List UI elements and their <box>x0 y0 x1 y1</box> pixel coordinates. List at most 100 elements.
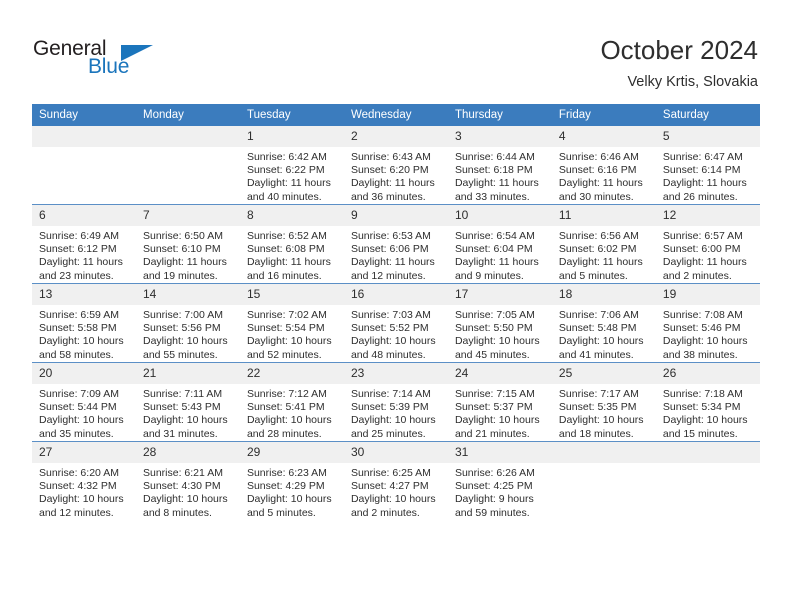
day-cell[interactable]: 8 Sunrise: 6:52 AM Sunset: 6:08 PM Dayli… <box>239 204 344 284</box>
sunset-text: Sunset: 5:58 PM <box>39 322 117 335</box>
daylight-text: Daylight: 10 hours <box>350 335 436 348</box>
day-cell[interactable]: 20 Sunrise: 7:09 AM Sunset: 5:44 PM Dayl… <box>32 362 136 442</box>
day-number: 9 <box>343 205 448 226</box>
day-cell[interactable]: 17 Sunrise: 7:05 AM Sunset: 5:50 PM Dayl… <box>447 283 552 363</box>
day-cell[interactable]: 30 Sunrise: 6:25 AM Sunset: 4:27 PM Dayl… <box>343 441 448 520</box>
day-cell[interactable]: 27 Sunrise: 6:20 AM Sunset: 4:32 PM Dayl… <box>32 441 136 520</box>
day-details: Sunrise: 6:43 AM Sunset: 6:20 PM Dayligh… <box>344 147 448 204</box>
day-cell[interactable]: 28 Sunrise: 6:21 AM Sunset: 4:30 PM Dayl… <box>135 441 240 520</box>
sunrise-text: Sunrise: 6:26 AM <box>454 467 535 479</box>
daylight-text-cont: and 18 minutes. <box>558 427 634 440</box>
logo-text-blue: Blue <box>88 55 130 78</box>
day-details: Sunrise: 7:08 AM Sunset: 5:46 PM Dayligh… <box>656 305 760 362</box>
day-cell[interactable]: 9 Sunrise: 6:53 AM Sunset: 6:06 PM Dayli… <box>343 204 448 284</box>
day-cell[interactable]: 15 Sunrise: 7:02 AM Sunset: 5:54 PM Dayl… <box>239 283 344 363</box>
sunrise-text: Sunrise: 7:14 AM <box>350 388 431 400</box>
daylight-text: Daylight: 11 hours <box>558 177 643 190</box>
sunrise-text: Sunrise: 7:08 AM <box>662 309 743 321</box>
day-cell-empty <box>551 441 656 520</box>
sunrise-text: Sunrise: 7:00 AM <box>142 309 223 321</box>
day-details: Sunrise: 6:23 AM Sunset: 4:29 PM Dayligh… <box>240 463 344 520</box>
day-details: Sunrise: 6:20 AM Sunset: 4:32 PM Dayligh… <box>32 463 136 520</box>
day-number: 1 <box>239 126 344 147</box>
sunrise-text: Sunrise: 7:06 AM <box>558 309 639 321</box>
day-cell[interactable]: 7 Sunrise: 6:50 AM Sunset: 6:10 PM Dayli… <box>135 204 240 284</box>
day-cell[interactable]: 24 Sunrise: 7:15 AM Sunset: 5:37 PM Dayl… <box>447 362 552 442</box>
sunset-text: Sunset: 5:50 PM <box>454 322 533 335</box>
sunrise-text: Sunrise: 6:20 AM <box>39 467 119 479</box>
day-cell[interactable]: 6 Sunrise: 6:49 AM Sunset: 6:12 PM Dayli… <box>32 204 136 284</box>
sunrise-text: Sunrise: 6:25 AM <box>350 467 431 479</box>
daylight-text: Daylight: 10 hours <box>454 414 540 427</box>
sunset-text: Sunset: 5:52 PM <box>350 322 429 335</box>
daylight-text: Daylight: 10 hours <box>350 493 436 506</box>
day-number: 27 <box>32 442 136 463</box>
day-details: Sunrise: 7:17 AM Sunset: 5:35 PM Dayligh… <box>552 384 656 441</box>
day-details: Sunrise: 7:00 AM Sunset: 5:56 PM Dayligh… <box>136 305 240 362</box>
day-cell[interactable]: 13 Sunrise: 6:59 AM Sunset: 5:58 PM Dayl… <box>32 283 136 363</box>
brand-logo[interactable]: General Blue <box>33 38 233 88</box>
day-cell[interactable]: 21 Sunrise: 7:11 AM Sunset: 5:43 PM Dayl… <box>135 362 240 442</box>
sunset-text: Sunset: 6:16 PM <box>558 164 637 177</box>
sunrise-text: Sunrise: 6:42 AM <box>246 151 327 163</box>
sunset-text: Sunset: 5:35 PM <box>558 401 637 414</box>
daylight-text-cont: and 5 minutes. <box>558 269 628 282</box>
day-cell[interactable]: 2 Sunrise: 6:43 AM Sunset: 6:20 PM Dayli… <box>343 126 448 205</box>
day-number: 24 <box>447 363 552 384</box>
day-cell[interactable]: 23 Sunrise: 7:14 AM Sunset: 5:39 PM Dayl… <box>343 362 448 442</box>
day-details: Sunrise: 6:59 AM Sunset: 5:58 PM Dayligh… <box>32 305 136 362</box>
sunrise-text: Sunrise: 7:17 AM <box>558 388 639 400</box>
day-details: Sunrise: 6:53 AM Sunset: 6:06 PM Dayligh… <box>344 226 448 283</box>
day-cell[interactable]: 26 Sunrise: 7:18 AM Sunset: 5:34 PM Dayl… <box>655 362 760 442</box>
day-cell[interactable]: 25 Sunrise: 7:17 AM Sunset: 5:35 PM Dayl… <box>551 362 656 442</box>
daylight-text: Daylight: 11 hours <box>246 177 331 190</box>
day-cell[interactable]: 11 Sunrise: 6:56 AM Sunset: 6:02 PM Dayl… <box>551 204 656 284</box>
page-header: General Blue October 2024 Velky Krtis, S… <box>0 0 792 100</box>
weekday-header-friday: Friday <box>551 104 656 126</box>
daylight-text-cont: and 15 minutes. <box>662 427 738 440</box>
day-cell[interactable]: 18 Sunrise: 7:06 AM Sunset: 5:48 PM Dayl… <box>551 283 656 363</box>
day-cell[interactable]: 29 Sunrise: 6:23 AM Sunset: 4:29 PM Dayl… <box>239 441 344 520</box>
day-cell[interactable]: 22 Sunrise: 7:12 AM Sunset: 5:41 PM Dayl… <box>239 362 344 442</box>
day-cell[interactable]: 1 Sunrise: 6:42 AM Sunset: 6:22 PM Dayli… <box>239 126 344 205</box>
daylight-text-cont: and 23 minutes. <box>39 269 114 282</box>
day-number: 7 <box>135 205 240 226</box>
day-cell[interactable]: 5 Sunrise: 6:47 AM Sunset: 6:14 PM Dayli… <box>655 126 760 205</box>
daylight-text-cont: and 48 minutes. <box>350 348 426 361</box>
day-cell[interactable]: 10 Sunrise: 6:54 AM Sunset: 6:04 PM Dayl… <box>447 204 552 284</box>
day-cell[interactable]: 14 Sunrise: 7:00 AM Sunset: 5:56 PM Dayl… <box>135 283 240 363</box>
calendar-week-row: 20 Sunrise: 7:09 AM Sunset: 5:44 PM Dayl… <box>32 362 760 442</box>
day-cell[interactable]: 4 Sunrise: 6:46 AM Sunset: 6:16 PM Dayli… <box>551 126 656 205</box>
daylight-text: Daylight: 10 hours <box>246 414 332 427</box>
day-number <box>551 442 656 463</box>
daylight-text: Daylight: 10 hours <box>246 493 332 506</box>
sunset-text: Sunset: 4:29 PM <box>246 480 325 493</box>
sunrise-text: Sunrise: 7:02 AM <box>246 309 327 321</box>
day-details: Sunrise: 6:46 AM Sunset: 6:16 PM Dayligh… <box>552 147 656 204</box>
day-cell[interactable]: 19 Sunrise: 7:08 AM Sunset: 5:46 PM Dayl… <box>655 283 760 363</box>
page-subtitle: Velky Krtis, Slovakia <box>627 74 758 90</box>
daylight-text-cont: and 2 minutes. <box>662 269 732 282</box>
daylight-text-cont: and 55 minutes. <box>142 348 218 361</box>
day-number: 4 <box>551 126 656 147</box>
day-number: 31 <box>447 442 552 463</box>
day-cell[interactable]: 3 Sunrise: 6:44 AM Sunset: 6:18 PM Dayli… <box>447 126 552 205</box>
sunset-text: Sunset: 6:22 PM <box>246 164 325 177</box>
daylight-text-cont: and 25 minutes. <box>350 427 426 440</box>
day-cell[interactable]: 16 Sunrise: 7:03 AM Sunset: 5:52 PM Dayl… <box>343 283 448 363</box>
sunset-text: Sunset: 6:04 PM <box>454 243 533 256</box>
sunset-text: Sunset: 6:02 PM <box>558 243 637 256</box>
sunrise-text: Sunrise: 7:11 AM <box>142 388 223 400</box>
daylight-text: Daylight: 11 hours <box>662 177 747 190</box>
day-number: 16 <box>343 284 448 305</box>
daylight-text: Daylight: 10 hours <box>142 414 228 427</box>
daylight-text-cont: and 28 minutes. <box>246 427 322 440</box>
day-cell[interactable]: 31 Sunrise: 6:26 AM Sunset: 4:25 PM Dayl… <box>447 441 552 520</box>
day-cell[interactable]: 12 Sunrise: 6:57 AM Sunset: 6:00 PM Dayl… <box>655 204 760 284</box>
weekday-header-row: Sunday Monday Tuesday Wednesday Thursday… <box>32 104 760 126</box>
sunrise-text: Sunrise: 6:49 AM <box>39 230 119 242</box>
sunrise-text: Sunrise: 6:46 AM <box>558 151 639 163</box>
day-number: 25 <box>551 363 656 384</box>
sunset-text: Sunset: 5:39 PM <box>350 401 429 414</box>
daylight-text-cont: and 9 minutes. <box>454 269 524 282</box>
